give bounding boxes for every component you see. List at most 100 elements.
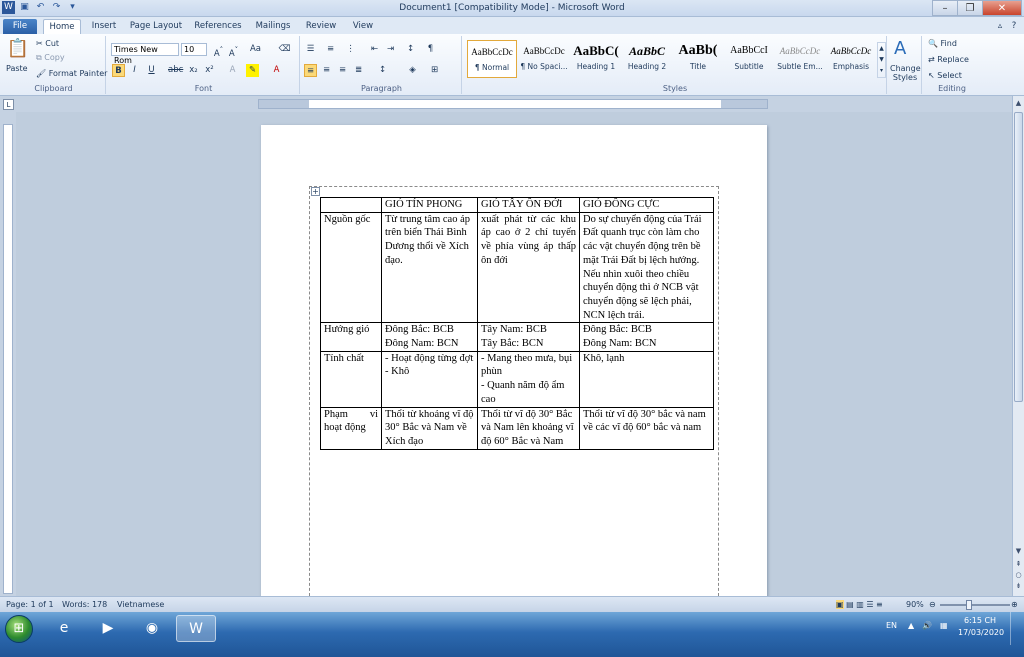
draft-icon[interactable]: ≡	[876, 600, 883, 609]
change-styles-icon[interactable]: A	[894, 38, 906, 59]
table-cell[interactable]: - Hoạt động từng đợt - Khô	[381, 350, 478, 408]
underline-icon[interactable]: U	[145, 64, 158, 77]
table-cell[interactable]: Khô, lạnh	[579, 350, 714, 408]
superscript-icon[interactable]: x²	[203, 64, 216, 77]
tab-file[interactable]: File	[3, 19, 37, 34]
table-cell[interactable]: Tính chất	[320, 350, 382, 408]
replace-button[interactable]: ⇄ Replace	[928, 55, 969, 64]
internet-explorer-icon[interactable]: e	[44, 615, 84, 642]
shading-icon[interactable]: ◈	[406, 64, 419, 77]
tab-review[interactable]: Review	[302, 19, 340, 34]
font-size-box[interactable]: 10	[181, 43, 207, 56]
language-indicator[interactable]: Vietnamese	[117, 600, 164, 609]
network-icon[interactable]: ▦	[940, 621, 948, 630]
font-color-icon[interactable]: A	[270, 64, 283, 77]
line-spacing-icon[interactable]: ↕	[376, 64, 389, 77]
view-buttons[interactable]: ▣ ▤ ▥ ☰ ≡	[836, 600, 883, 609]
table-cell[interactable]: xuất phát từ các khu áp cao ở 2 chí tuyế…	[477, 211, 580, 324]
minimize-ribbon-icon[interactable]: ▵	[994, 19, 1006, 34]
help-icon[interactable]: ?	[1008, 19, 1020, 34]
align-center-icon[interactable]: ≡	[320, 64, 333, 77]
table-cell[interactable]: Nguồn gốc	[320, 211, 382, 324]
zoom-slider[interactable]	[940, 604, 1010, 606]
text-effects-icon[interactable]: A	[226, 64, 239, 77]
cut-button[interactable]: ✂ Cut	[36, 39, 59, 48]
tab-view[interactable]: View	[346, 19, 380, 34]
zoom-slider-knob[interactable]	[966, 600, 972, 610]
start-button-icon[interactable]: ⊞	[5, 615, 33, 643]
full-screen-icon[interactable]: ▤	[846, 600, 854, 609]
table-cell[interactable]: Đông Bắc: BCB Đông Nam: BCN	[579, 322, 714, 352]
highlight-icon[interactable]: ✎	[246, 64, 259, 77]
borders-icon[interactable]: ⊞	[428, 64, 441, 77]
select-button[interactable]: ↖ Select	[928, 71, 962, 80]
justify-icon[interactable]: ≣	[352, 64, 365, 77]
volume-icon[interactable]: 🔊	[922, 621, 932, 630]
app-icon[interactable]: ◉	[132, 615, 172, 642]
close-button[interactable]: ✕	[982, 0, 1022, 16]
style-heading-1[interactable]: AaBbC( Heading 1	[571, 40, 621, 78]
style-no-spacing[interactable]: AaBbCcDc ¶ No Spaci...	[519, 40, 569, 78]
zoom-out-icon[interactable]: ⊖	[929, 600, 936, 609]
paste-icon[interactable]: 📋	[6, 38, 30, 64]
table-cell[interactable]: Thổi từ khoảng vĩ độ 30° Bắc và Nam về X…	[381, 406, 478, 450]
next-page-icon[interactable]: ⇟	[1013, 581, 1024, 592]
tab-insert[interactable]: Insert	[87, 19, 121, 34]
word-taskbar-icon[interactable]: W	[176, 615, 216, 642]
multilevel-list-icon[interactable]: ⋮	[344, 43, 357, 56]
outline-icon[interactable]: ☰	[866, 600, 873, 609]
decrease-indent-icon[interactable]: ⇤	[368, 43, 381, 56]
sort-icon[interactable]: ↕	[404, 43, 417, 56]
scrollbar-thumb[interactable]	[1014, 112, 1023, 402]
page-count[interactable]: Page: 1 of 1	[6, 600, 54, 609]
wind-table[interactable]: GIÓ TÍN PHONG GIÓ TÂY ÔN ĐỚI GIÓ ĐÔNG CỰ…	[320, 197, 714, 450]
maximize-button[interactable]: ❐	[957, 0, 983, 16]
table-header-cell[interactable]: GIÓ ĐÔNG CỰC	[579, 197, 714, 213]
word-count[interactable]: Words: 178	[62, 600, 107, 609]
show-hidden-icons-icon[interactable]: ▲	[908, 621, 914, 630]
tab-references[interactable]: References	[192, 19, 244, 34]
grow-font-icon[interactable]: A˄	[212, 43, 225, 59]
italic-icon[interactable]: I	[128, 64, 141, 77]
style-subtitle[interactable]: AaBbCcI Subtitle	[724, 40, 774, 78]
table-cell[interactable]: Từ trung tâm cao áp trên biển Thái Bình …	[381, 211, 478, 324]
change-styles-button[interactable]: Change Styles	[890, 64, 921, 82]
previous-page-icon[interactable]: ⇞	[1013, 559, 1024, 570]
format-painter-button[interactable]: 🖌 Format Painter	[36, 69, 107, 78]
table-cell[interactable]: Phạm vi hoạt động	[320, 406, 382, 450]
scroll-up-icon[interactable]: ▲	[1013, 98, 1024, 109]
zoom-level[interactable]: 90%	[906, 600, 924, 609]
find-button[interactable]: 🔍 Find	[928, 39, 957, 48]
table-header-cell[interactable]: GIÓ TÍN PHONG	[381, 197, 478, 213]
strikethrough-icon[interactable]: abc	[168, 64, 183, 77]
system-clock[interactable]: 6:15 CH 17/03/2020	[958, 615, 1004, 639]
align-left-icon[interactable]: ≡	[304, 64, 317, 77]
document-page[interactable]: + GIÓ TÍN PHONG GIÓ TÂY ÔN ĐỚI GIÓ ĐÔNG …	[261, 125, 767, 596]
styles-scroll-icon[interactable]: ▲ ▼ ▾	[877, 42, 886, 78]
table-cell[interactable]: Do sự chuyển động của Trái Đất quanh trụ…	[579, 211, 714, 324]
horizontal-ruler[interactable]	[258, 99, 768, 109]
style-subtle-emphasis[interactable]: AaBbCcDc Subtle Em...	[775, 40, 825, 78]
style-emphasis[interactable]: AaBbCcDc Emphasis	[826, 40, 876, 78]
input-language[interactable]: EN	[886, 621, 897, 630]
copy-button[interactable]: ⧉ Copy	[36, 53, 65, 63]
table-header-cell[interactable]: GIÓ TÂY ÔN ĐỚI	[477, 197, 580, 213]
web-layout-icon[interactable]: ▥	[856, 600, 864, 609]
table-cell[interactable]: Tây Nam: BCB Tây Bắc: BCN	[477, 322, 580, 352]
table-cell[interactable]: - Mang theo mưa, bụi phùn - Quanh năm độ…	[477, 350, 580, 408]
tab-selector-icon[interactable]: L	[3, 99, 14, 110]
select-browse-object-icon[interactable]: ○	[1013, 570, 1024, 581]
numbering-icon[interactable]: ≡	[324, 43, 337, 56]
table-header-cell[interactable]	[320, 197, 382, 213]
minimize-button[interactable]: –	[932, 0, 958, 16]
table-cell[interactable]: Thổi từ vĩ độ 30° bắc và nam về các vĩ đ…	[579, 406, 714, 450]
shrink-font-icon[interactable]: A˅	[227, 43, 240, 59]
tab-mailings[interactable]: Mailings	[252, 19, 294, 34]
style-title[interactable]: AaBb( Title	[673, 40, 723, 78]
bold-icon[interactable]: B	[112, 64, 125, 77]
style-heading-2[interactable]: AaBbC Heading 2	[622, 40, 672, 78]
tab-home[interactable]: Home	[43, 19, 81, 34]
table-move-handle-icon[interactable]: +	[311, 187, 320, 196]
change-case-icon[interactable]: Aa	[249, 43, 262, 56]
show-marks-icon[interactable]: ¶	[424, 43, 437, 56]
